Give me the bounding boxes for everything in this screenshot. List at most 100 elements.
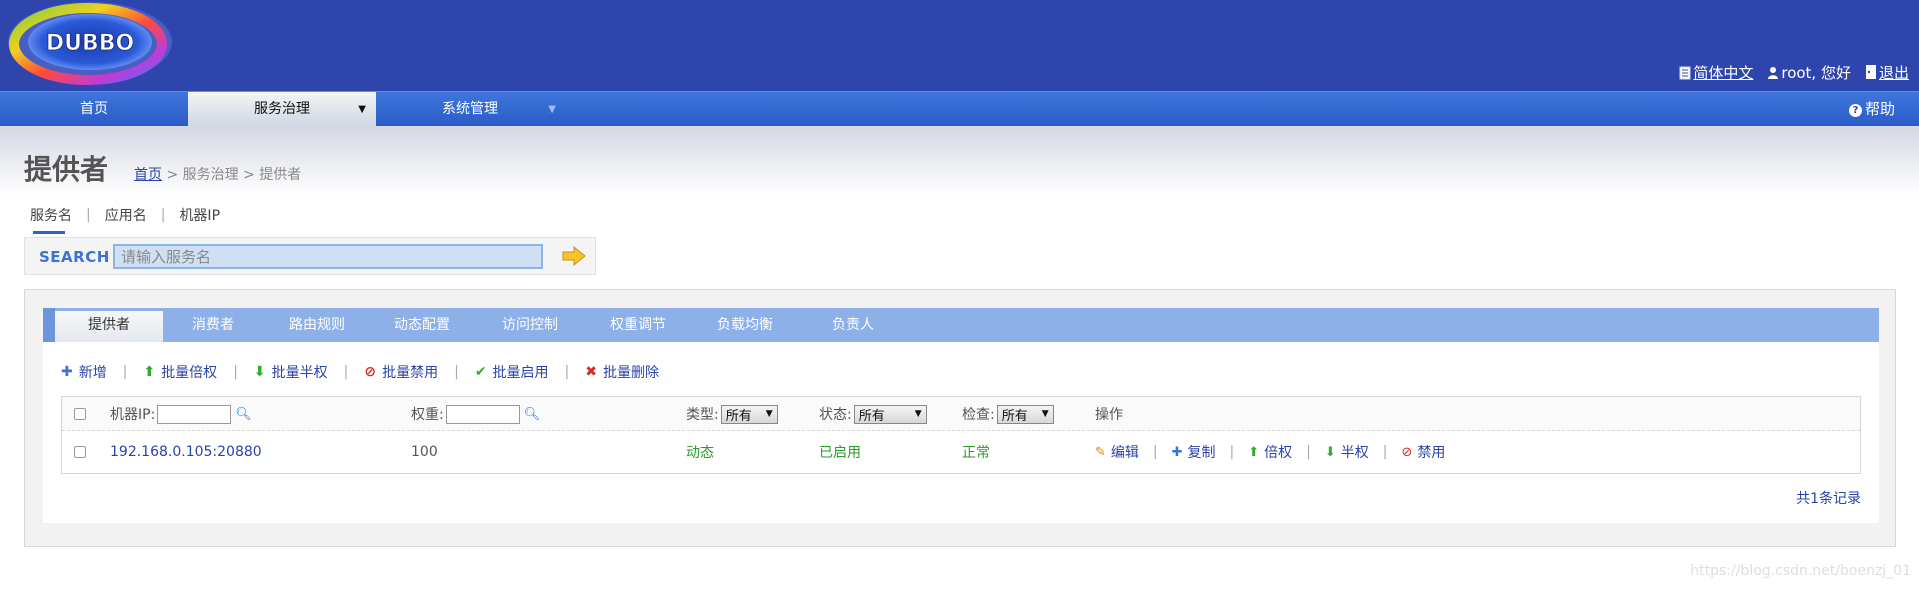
tab-dynamic-config[interactable]: 动态配置: [371, 308, 473, 342]
tab-load-balance[interactable]: 负载均衡: [689, 308, 801, 342]
arrow-right-icon[interactable]: [561, 245, 587, 267]
language-link[interactable]: 简体中文: [1679, 62, 1753, 83]
help-link[interactable]: ? 帮助: [1848, 92, 1895, 127]
type-select[interactable]: 所有 ▼: [720, 404, 778, 424]
nav-item-home[interactable]: 首页: [0, 92, 188, 127]
search-box: SEARCH: [24, 237, 596, 275]
add-label: 新增: [78, 365, 107, 381]
main-panel: 提供者 消费者 路由规则 动态配置 访问控制 权重调节 负载均衡 负责人 ✚ 新增…: [24, 289, 1896, 547]
page-fade: [0, 126, 1919, 196]
row-status: 已启用: [819, 445, 861, 461]
chevron-down-icon: ▼: [765, 409, 773, 419]
chevron-down-icon: ▼: [548, 104, 556, 115]
batch-half-label: 批量半权: [271, 365, 328, 381]
ip-header: 机器IP:: [110, 407, 156, 423]
nav-service-label: 服务治理: [254, 101, 310, 117]
search-icon[interactable]: 🔍︎: [235, 407, 252, 422]
row-ip-link[interactable]: 192.168.0.105:20880: [110, 435, 262, 469]
edit-button[interactable]: ✎ 编辑: [1095, 442, 1139, 462]
plus-icon: ✚: [1171, 444, 1183, 460]
tab-routes[interactable]: 路由规则: [263, 308, 371, 342]
status-filter: 状态: 所有 ▼: [819, 397, 927, 431]
function-tabs: 提供者 消费者 路由规则 动态配置 访问控制 权重调节 负载均衡 负责人: [43, 308, 1879, 342]
weight-filter: 权重: 🔍︎: [411, 397, 540, 431]
nav-item-service-governance[interactable]: 服务治理 ▼: [188, 92, 376, 127]
half-weight-label: 半权: [1340, 445, 1369, 461]
providers-table: 机器IP: 🔍︎ 权重: 🔍︎ 类型: 所有 ▼ 状态: 所有 ▼ 检查: 所有…: [61, 396, 1861, 474]
status-select[interactable]: 所有 ▼: [853, 404, 927, 424]
type-select-value: 所有: [725, 408, 752, 424]
select-all-checkbox[interactable]: [74, 397, 86, 431]
batch-double-label: 批量倍权: [161, 365, 218, 381]
main-nav: 首页 服务治理 ▼ 系统管理 ▼ ? 帮助: [0, 91, 1919, 127]
action-sep: |: [1382, 444, 1388, 460]
breadcrumb-home[interactable]: 首页: [134, 167, 162, 183]
search-tab-service[interactable]: 服务名: [30, 205, 72, 234]
toolbar-sep: |: [233, 364, 238, 380]
tab-consumers[interactable]: 消费者: [163, 308, 263, 342]
breadcrumb-trail: > 服务治理 > 提供者: [162, 167, 302, 183]
ip-filter-input[interactable]: [157, 404, 232, 424]
batch-half-button[interactable]: ⬇ 批量半权: [254, 362, 328, 382]
nav-home-label: 首页: [80, 101, 108, 117]
user-links: 简体中文 root, 您好 退出: [1679, 62, 1909, 83]
ban-icon: ⊘: [1401, 444, 1413, 460]
plus-icon: ✚: [61, 364, 73, 380]
arrow-down-icon: ⬇: [253, 364, 266, 380]
toolbar-sep: |: [343, 364, 349, 380]
disable-button[interactable]: ⊘ 禁用: [1402, 442, 1446, 462]
nav-system-label: 系统管理: [442, 101, 498, 117]
batch-enable-button[interactable]: ✔ 批量启用: [475, 362, 549, 382]
row-type: 动态: [686, 445, 714, 461]
svg-text:DUBBO: DUBBO: [46, 31, 134, 56]
batch-disable-button[interactable]: ⊘ 批量禁用: [364, 362, 438, 382]
tab-weight[interactable]: 权重调节: [587, 308, 689, 342]
panel-content: 提供者 消费者 路由规则 动态配置 访问控制 权重调节 负载均衡 负责人 ✚ 新增…: [43, 308, 1879, 523]
dubbo-logo[interactable]: DUBBO: [2, 0, 174, 86]
tab-providers[interactable]: 提供者: [55, 311, 163, 342]
search-tab-ip[interactable]: 机器IP: [179, 205, 220, 225]
pencil-icon: ✎: [1095, 444, 1106, 460]
search-input[interactable]: [113, 244, 543, 269]
status-select-value: 所有: [858, 408, 885, 424]
search-label: SEARCH: [39, 248, 110, 266]
help-label: 帮助: [1864, 100, 1895, 118]
cross-icon: ✖: [585, 364, 597, 380]
top-header: DUBBO 简体中文 root, 您好 退出: [0, 0, 1919, 91]
search-icon[interactable]: 🔍︎: [524, 407, 541, 422]
arrow-down-icon: ⬇: [1324, 444, 1336, 460]
search-tab-app[interactable]: 应用名: [105, 205, 147, 225]
tab-access-control[interactable]: 访问控制: [473, 308, 587, 342]
weight-header: 权重:: [411, 407, 444, 423]
watermark: https://blog.csdn.net/boenzj_01: [1690, 563, 1911, 579]
status-header: 状态:: [819, 407, 852, 423]
copy-label: 复制: [1187, 445, 1216, 461]
chevron-down-icon: ▼: [1041, 409, 1049, 419]
nav-item-system-management[interactable]: 系统管理 ▼: [376, 92, 564, 127]
check-select-value: 所有: [1001, 408, 1028, 424]
half-weight-button[interactable]: ⬇ 半权: [1325, 442, 1369, 462]
search-tab-sep: |: [160, 207, 166, 223]
batch-disable-label: 批量禁用: [382, 365, 439, 381]
row-weight: 100: [411, 444, 438, 460]
breadcrumb: 首页 > 服务治理 > 提供者: [134, 164, 301, 184]
arrow-up-icon: ⬆: [143, 364, 156, 380]
tab-owners[interactable]: 负责人: [801, 308, 905, 342]
action-sep: |: [1306, 444, 1311, 460]
weight-filter-input[interactable]: [445, 404, 520, 424]
document-icon: [1679, 66, 1691, 80]
ip-filter: 机器IP: 🔍︎: [110, 397, 252, 431]
batch-double-button[interactable]: ⬆ 批量倍权: [143, 362, 217, 382]
chevron-down-icon: ▼: [914, 409, 922, 419]
user-greeting: root, 您好: [1767, 62, 1851, 83]
double-weight-label: 倍权: [1264, 445, 1293, 461]
row-checkbox[interactable]: [74, 435, 86, 469]
double-weight-button[interactable]: ⬆ 倍权: [1248, 442, 1292, 462]
add-button[interactable]: ✚ 新增: [61, 362, 107, 382]
batch-delete-label: 批量删除: [603, 365, 659, 381]
copy-button[interactable]: ✚ 复制: [1172, 442, 1216, 462]
batch-delete-button[interactable]: ✖ 批量删除: [585, 362, 659, 382]
row-actions: ✎ 编辑 | ✚ 复制 | ⬆ 倍权 | ⬇ 半权 | ⊘ 禁用: [1095, 435, 1445, 469]
logout-link[interactable]: 退出: [1865, 62, 1909, 83]
check-select[interactable]: 所有 ▼: [996, 404, 1054, 424]
